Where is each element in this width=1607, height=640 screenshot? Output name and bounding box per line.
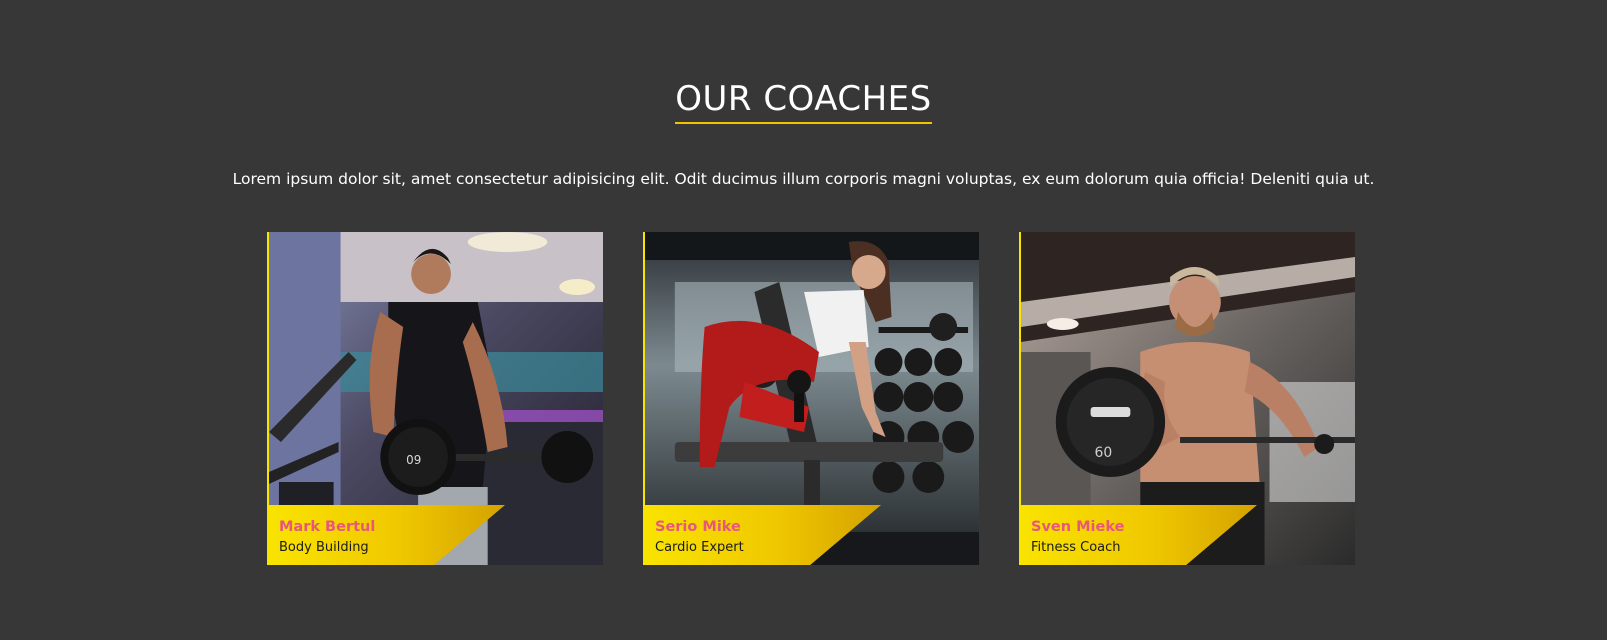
section-title-wrap: OUR COACHES xyxy=(0,78,1607,124)
coach-card[interactable]: Serio Mike Cardio Expert xyxy=(643,232,979,565)
coach-name: Sven Mieke xyxy=(1031,519,1125,535)
svg-text:60: 60 xyxy=(1095,445,1113,461)
svg-text:09: 09 xyxy=(406,453,421,467)
coaches-section: OUR COACHES Lorem ipsum dolor sit, amet … xyxy=(0,0,1607,640)
coach-card[interactable]: 09 Mark Bertul Body Building xyxy=(267,232,603,565)
coach-card[interactable]: 60 Sven Mieke Fitness Coach xyxy=(1019,232,1355,565)
coach-name: Mark Bertul xyxy=(279,519,376,535)
section-title: OUR COACHES xyxy=(675,78,932,124)
section-description: Lorem ipsum dolor sit, amet consectetur … xyxy=(232,170,1375,188)
coach-role: Cardio Expert xyxy=(655,540,744,555)
coach-role: Fitness Coach xyxy=(1031,540,1121,555)
coach-role: Body Building xyxy=(279,540,369,555)
coach-name: Serio Mike xyxy=(655,519,741,535)
